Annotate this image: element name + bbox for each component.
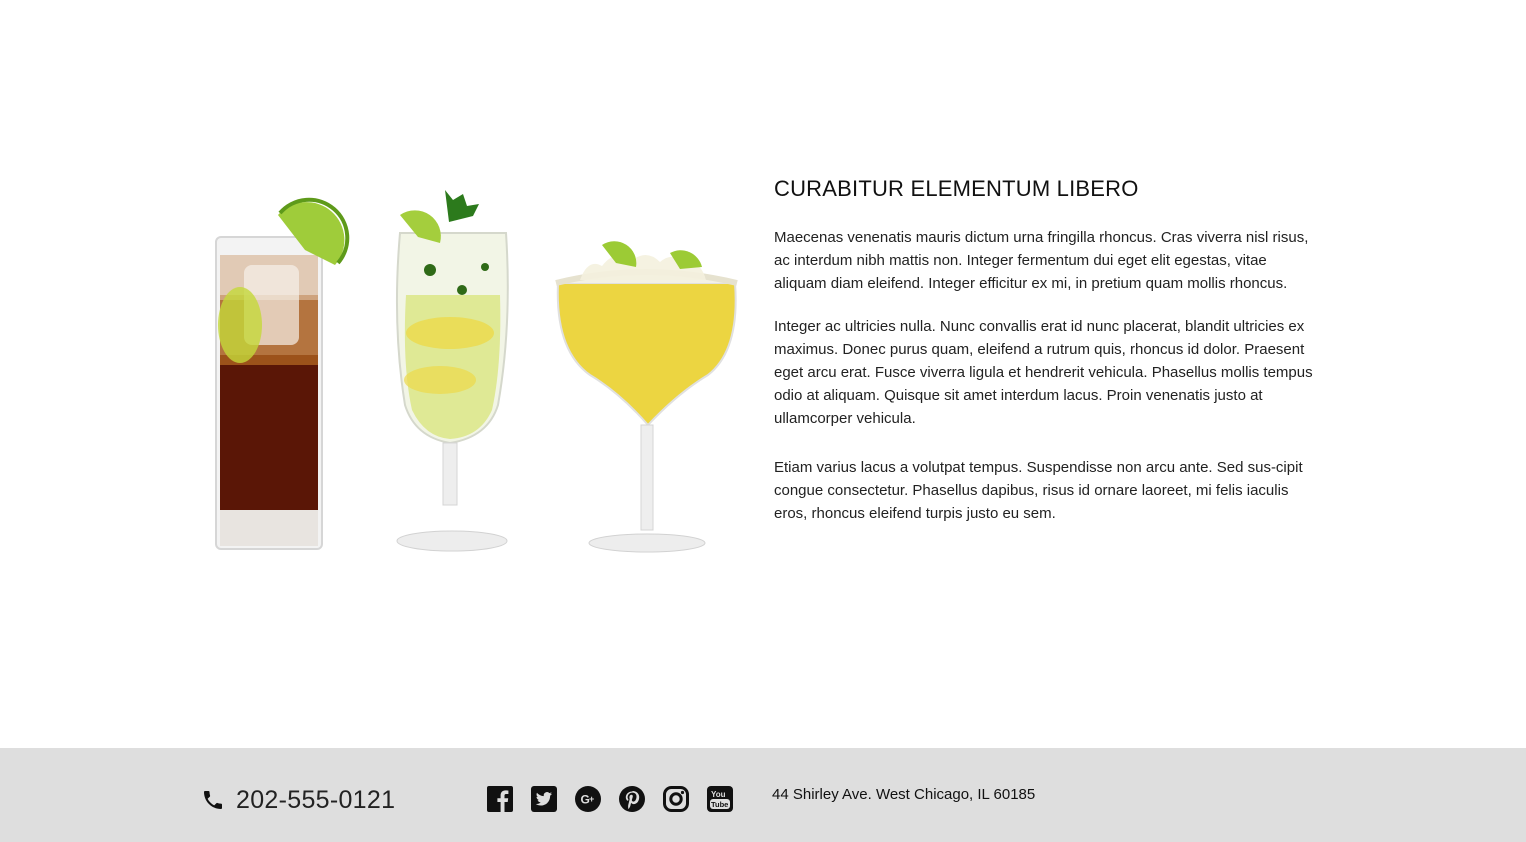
instagram-icon[interactable] (662, 785, 690, 813)
twitter-icon[interactable] (530, 785, 558, 813)
mojito-glass (395, 190, 509, 552)
social-links: G + You Tube (486, 784, 750, 814)
facebook-icon[interactable] (486, 785, 514, 813)
pinterest-icon[interactable] (618, 785, 646, 813)
svg-text:You: You (711, 790, 726, 799)
svg-text:+: + (589, 794, 594, 804)
article-paragraph-2: Integer ac ultricies nulla. Nunc convall… (774, 318, 1313, 427)
footer-phone[interactable]: 202-555-0121 (201, 784, 395, 816)
article: CURABITUR ELEMENTUM LIBERO Maecenas vene… (774, 174, 1314, 545)
svg-text:Tube: Tube (711, 800, 728, 809)
youtube-icon[interactable]: You Tube (706, 785, 734, 813)
phone-number: 202-555-0121 (236, 785, 396, 814)
cola-glass (215, 197, 350, 550)
article-paragraph-1: Maecenas venenatis mauris dictum urna fr… (774, 229, 1309, 292)
google-plus-icon[interactable]: G + (574, 785, 602, 813)
footer-address: 44 Shirley Ave. West Chicago, IL 60185 (772, 786, 1036, 803)
phone-icon (201, 788, 225, 812)
article-paragraph-3: Etiam varius lacus a volutpat tempus. Su… (774, 459, 1303, 522)
margarita-glass (555, 241, 738, 553)
article-heading: CURABITUR ELEMENTUM LIBERO (774, 176, 1139, 201)
cocktails-image (215, 190, 738, 553)
main-content: CURABITUR ELEMENTUM LIBERO Maecenas vene… (0, 0, 1526, 748)
